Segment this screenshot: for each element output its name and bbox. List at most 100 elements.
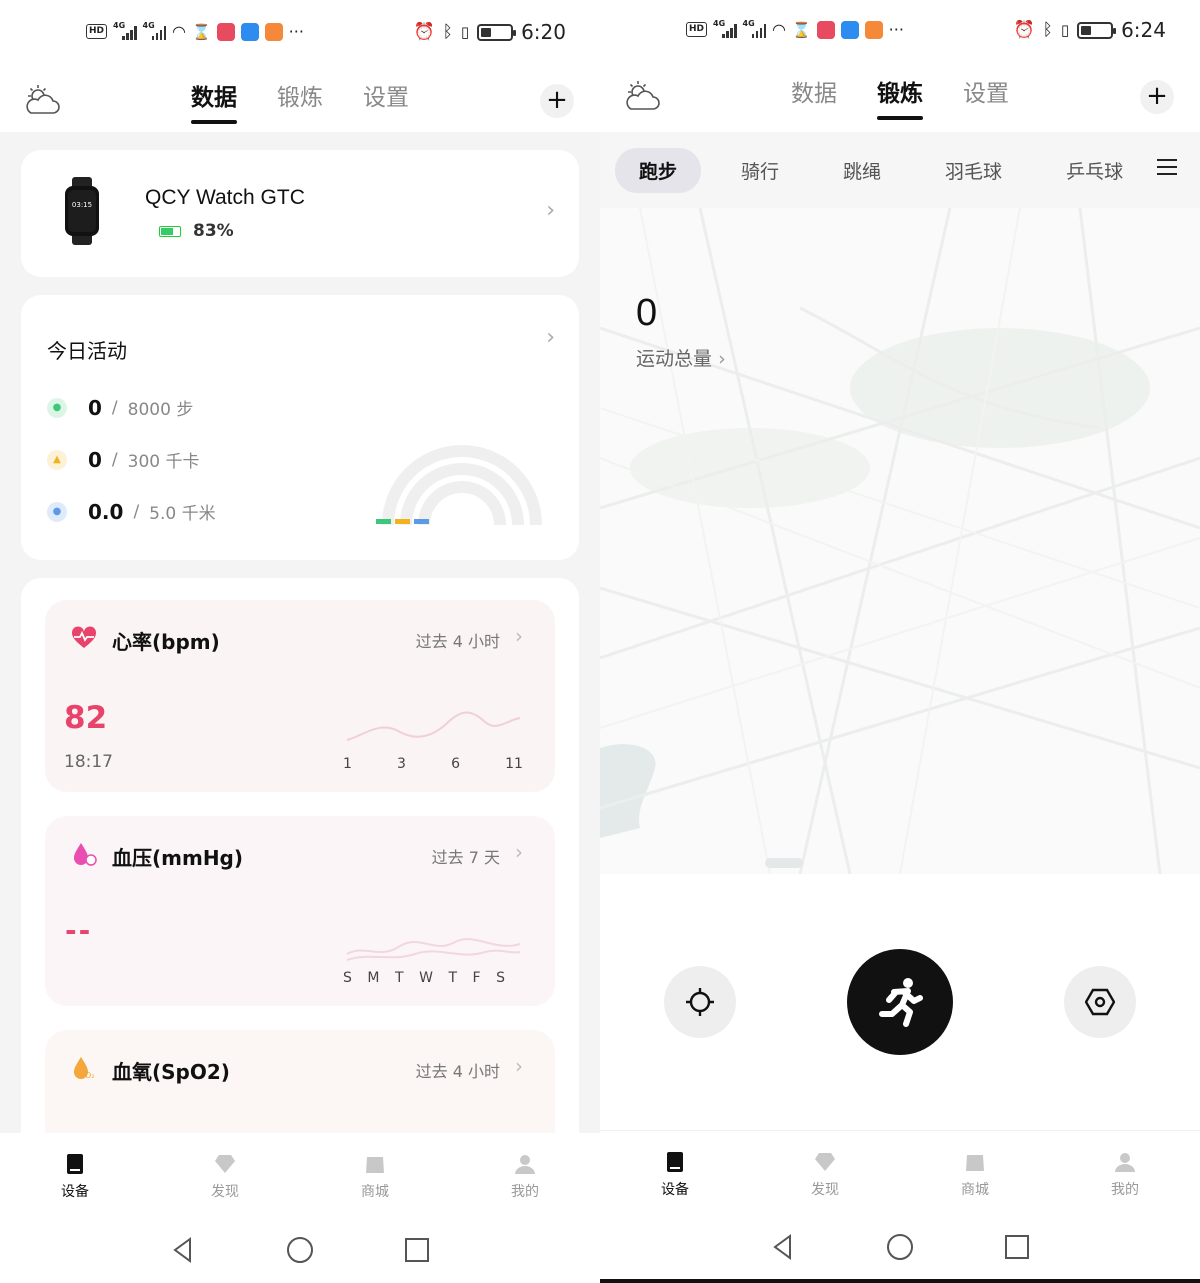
status-bar: HD 4G 4G ◠ ⌛ ··· ⏰ ᛒ ▯ 6:24	[600, 0, 1200, 60]
steps-icon: ●	[47, 397, 67, 418]
tab-workout[interactable]: 锻炼	[277, 78, 323, 124]
runner-icon	[879, 978, 923, 1027]
sport-rope[interactable]: 跳绳	[819, 148, 905, 193]
calories-row: ▲ 0 / 300 千卡	[47, 447, 200, 472]
battery-icon	[1077, 21, 1117, 39]
nav-device[interactable]: 设备	[615, 1131, 735, 1226]
start-run-button[interactable]	[847, 949, 953, 1055]
sport-badminton[interactable]: 羽毛球	[921, 148, 1026, 193]
left-screen: HD 4G 4G ◠ ⌛ ··· ⏰ ᛒ ▯ 6:20 数据 锻炼 设置 + 0…	[0, 0, 600, 1283]
day-label: W	[419, 970, 433, 986]
crosshair-icon	[686, 988, 714, 1016]
heart-rate-ticks: 1 3 6 11	[343, 756, 523, 772]
bluetooth-icon: ᛒ	[442, 22, 453, 42]
tab-workout[interactable]: 锻炼	[877, 74, 923, 120]
nav-store[interactable]: 商城	[315, 1133, 435, 1229]
heart-rate-time: 18:17	[64, 752, 113, 772]
calories-value: 0	[88, 447, 102, 472]
activity-rings	[376, 445, 542, 526]
nav-profile[interactable]: 我的	[465, 1133, 585, 1229]
add-button[interactable]: +	[1140, 80, 1174, 114]
app-icon-red	[816, 20, 835, 39]
activity-title: 今日活动	[47, 339, 127, 363]
signal-icon: 4G	[113, 21, 137, 40]
system-nav	[600, 1217, 1200, 1277]
device-battery: 83%	[193, 221, 234, 241]
device-name: QCY Watch GTC	[145, 186, 305, 209]
activity-card[interactable]: 今日活动 › ● 0 / 8000 步 ▲ 0 / 300 千卡 ● 0.0 /…	[21, 295, 579, 560]
chevron-right-icon: ›	[515, 1054, 523, 1078]
device-card[interactable]: 03:15 QCY Watch GTC 83% ›	[21, 150, 579, 277]
locate-button[interactable]	[664, 966, 736, 1038]
alarm-icon: ⏰	[1013, 20, 1035, 40]
tab-settings[interactable]: 设置	[363, 78, 409, 124]
chevron-right-icon: ›	[515, 624, 523, 648]
nav-label: 设备	[661, 1182, 689, 1198]
total-exercise-label[interactable]: 运动总量 ›	[636, 344, 726, 371]
recents-icon[interactable]	[404, 1237, 430, 1263]
store-icon	[966, 1155, 984, 1171]
heart-icon	[71, 626, 97, 648]
tab-data[interactable]: 数据	[191, 78, 237, 124]
tab-data[interactable]: 数据	[791, 74, 837, 120]
heart-rate-title: 心率(bpm)	[112, 630, 220, 654]
heart-rate-card[interactable]: 心率(bpm) 过去 4 小时 › 82 18:17 1 3 6 11	[45, 600, 555, 792]
nav-label: 发现	[211, 1184, 239, 1200]
sport-list: 跑步 骑行 跳绳 羽毛球 乒乓球 网球	[615, 148, 1143, 193]
steps-row: ● 0 / 8000 步	[47, 395, 193, 420]
status-bar: HD 4G 4G ◠ ⌛ ··· ⏰ ᛒ ▯ 6:20	[0, 0, 600, 60]
nav-profile[interactable]: 我的	[1065, 1131, 1185, 1226]
sport-type-bar: 跑步 骑行 跳绳 羽毛球 乒乓球 网球	[600, 132, 1200, 208]
ring-legend-calories	[395, 519, 410, 524]
tick-label: 6	[451, 756, 461, 772]
diamond-icon	[215, 1155, 235, 1173]
nav-device[interactable]: 设备	[15, 1133, 135, 1229]
app-icon-orange	[864, 20, 883, 39]
status-right: ⏰ ᛒ ▯ 6:20	[413, 20, 566, 44]
distance-value: 0.0	[88, 499, 124, 524]
back-icon[interactable]	[770, 1234, 796, 1260]
system-nav	[0, 1220, 600, 1280]
back-icon[interactable]	[170, 1237, 196, 1263]
signal-icon: 4G	[713, 19, 737, 38]
flame-icon: ▲	[47, 449, 67, 470]
bottom-nav: 设备 发现 商城 我的	[0, 1133, 600, 1229]
user-icon	[515, 1155, 535, 1174]
bottom-nav: 设备 发现 商城 我的	[600, 1130, 1200, 1226]
location-icon: ●	[47, 501, 67, 522]
top-header: 数据 锻炼 设置 +	[600, 64, 1200, 128]
recents-icon[interactable]	[1004, 1234, 1030, 1260]
more-icon: ···	[288, 22, 304, 41]
spo2-range: 过去 4 小时	[415, 1062, 500, 1081]
total-exercise-text: 运动总量	[636, 348, 713, 370]
day-label: F	[472, 970, 481, 986]
add-button[interactable]: +	[540, 84, 574, 118]
map-view[interactable]	[600, 208, 1200, 874]
map-background	[600, 208, 1200, 874]
wifi-icon: ◠	[172, 22, 186, 41]
user-icon	[1115, 1153, 1135, 1172]
sport-pingpong[interactable]: 乒乓球	[1042, 148, 1143, 193]
status-time: 6:24	[1121, 18, 1166, 42]
home-icon[interactable]	[286, 1236, 314, 1264]
tab-settings[interactable]: 设置	[963, 74, 1009, 120]
status-right: ⏰ ᛒ ▯ 6:24	[1013, 18, 1166, 42]
alarm-icon: ⏰	[413, 22, 435, 42]
signal-icon: 4G	[743, 19, 767, 38]
steps-value: 0	[88, 395, 102, 420]
nav-discover[interactable]: 发现	[165, 1133, 285, 1229]
home-icon[interactable]	[886, 1233, 914, 1261]
nav-label: 商城	[961, 1182, 989, 1198]
nav-discover[interactable]: 发现	[765, 1131, 885, 1226]
sport-cycling[interactable]: 骑行	[717, 148, 803, 193]
nav-store[interactable]: 商城	[915, 1131, 1035, 1226]
workout-settings-button[interactable]	[1064, 966, 1136, 1038]
blood-pressure-card[interactable]: 血压(mmHg) 过去 7 天 › -- S M T W T F S	[45, 816, 555, 1006]
steps-divider: /	[111, 397, 118, 418]
ring-legend-steps	[376, 519, 391, 524]
menu-icon[interactable]	[1156, 158, 1178, 176]
sport-running[interactable]: 跑步	[615, 148, 702, 193]
chevron-right-icon: ›	[718, 348, 726, 370]
heart-rate-value: 82	[64, 700, 108, 736]
vibrate-icon: ▯	[460, 23, 470, 41]
